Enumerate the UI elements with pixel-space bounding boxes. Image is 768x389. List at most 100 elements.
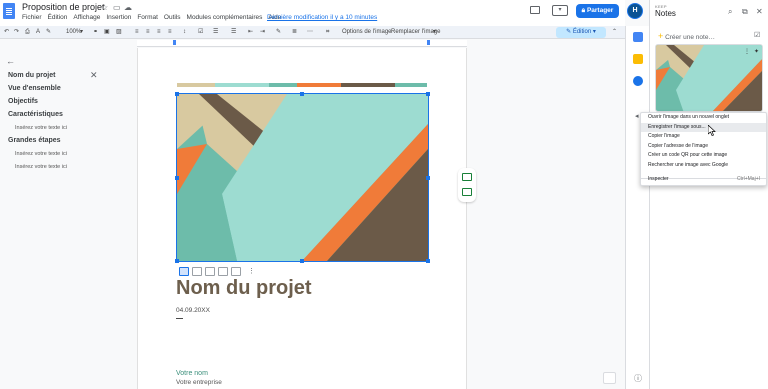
- in-front-text-button[interactable]: [231, 267, 241, 276]
- editing-mode-button[interactable]: ✎ Édition ▾: [556, 27, 606, 38]
- paint-format-icon[interactable]: ✎: [46, 27, 51, 38]
- your-name[interactable]: Votre nom: [176, 370, 208, 377]
- create-note-button[interactable]: + Créer une note…: [658, 31, 715, 41]
- context-menu-item[interactable]: Rechercher une image avec Google: [641, 161, 766, 171]
- crop-icon[interactable]: ⌗: [326, 27, 329, 38]
- cover-image[interactable]: [176, 93, 429, 262]
- checkbox-icon[interactable]: ☑: [754, 31, 760, 39]
- align-left-icon[interactable]: ≡: [135, 27, 139, 38]
- menu-edition[interactable]: Édition: [48, 14, 68, 21]
- menu-outils[interactable]: Outils: [164, 14, 181, 21]
- back-arrow-icon[interactable]: ←: [6, 56, 15, 66]
- project-date[interactable]: 04.09.20XX: [176, 307, 210, 314]
- outline-subitem[interactable]: Insérez votre texte ici: [15, 164, 67, 170]
- menu-fichier[interactable]: Fichier: [22, 14, 42, 21]
- context-menu-item[interactable]: Copier l'image: [641, 132, 766, 142]
- line-spacing-icon[interactable]: ↕: [183, 27, 186, 38]
- zoom-chevron-icon: ▾: [80, 29, 84, 35]
- left-indent-marker[interactable]: [173, 40, 176, 45]
- resize-handle[interactable]: [426, 176, 430, 180]
- share-button[interactable]: 🔒︎ Partager: [576, 4, 619, 18]
- more-options-icon[interactable]: ⋮: [244, 267, 255, 276]
- context-menu-item[interactable]: Créer un code QR pour cette image: [641, 151, 766, 161]
- break-text-button[interactable]: [205, 267, 215, 276]
- collapse-toolbar-icon[interactable]: ⌃: [612, 27, 617, 38]
- document-page[interactable]: ⋮ Nom du projet 04.09.20XX Votre nom Vot…: [137, 48, 467, 389]
- document-title[interactable]: Proposition de projet: [22, 2, 105, 12]
- meet-button[interactable]: ▾: [552, 5, 568, 16]
- menu-insertion[interactable]: Insertion: [106, 14, 131, 21]
- border-weight-icon[interactable]: ≣: [292, 27, 297, 38]
- cloud-status-icon[interactable]: ☁: [124, 3, 132, 12]
- pen-color-icon[interactable]: ✎: [276, 27, 281, 38]
- tasks-icon[interactable]: [633, 76, 643, 86]
- keep-icon[interactable]: [633, 54, 643, 64]
- explore-icon[interactable]: [603, 372, 616, 384]
- outline-subitem[interactable]: Insérez votre texte ici: [15, 151, 67, 157]
- resize-handle[interactable]: [426, 259, 430, 263]
- note-card[interactable]: ⋮ ✦: [655, 44, 763, 112]
- move-folder-icon[interactable]: ▭: [113, 3, 121, 12]
- context-menu-inspect[interactable]: Inspecter Ctrl+Maj+I: [641, 175, 766, 185]
- menu-affichage[interactable]: Affichage: [73, 14, 100, 21]
- print-icon[interactable]: ⎙: [25, 27, 30, 38]
- resize-handle[interactable]: [300, 259, 304, 263]
- increase-indent-icon[interactable]: ⇥: [260, 27, 265, 38]
- star-icon[interactable]: ☆: [101, 3, 108, 12]
- outline-item[interactable]: Grandes étapes: [8, 137, 61, 144]
- inline-wrap-button[interactable]: [179, 267, 189, 276]
- outline-item[interactable]: Objectifs: [8, 98, 38, 105]
- avatar[interactable]: H: [627, 3, 643, 19]
- context-menu-item[interactable]: Ouvrir l'image dans un nouvel onglet: [641, 113, 766, 123]
- expand-icon[interactable]: ◂: [635, 112, 639, 120]
- outline-item[interactable]: Vue d'ensemble: [8, 85, 61, 92]
- docs-logo-icon[interactable]: [3, 3, 15, 19]
- bulleted-list-icon[interactable]: ☰: [213, 27, 218, 38]
- your-company[interactable]: Votre entreprise: [176, 379, 222, 386]
- suggest-edit-icon[interactable]: [462, 188, 472, 196]
- close-icon[interactable]: ✕: [756, 7, 763, 16]
- decrease-indent-icon[interactable]: ⇤: [248, 27, 253, 38]
- more-icon[interactable]: ⋮: [744, 48, 750, 55]
- insert-image-icon[interactable]: ▨: [116, 27, 122, 38]
- outline-item[interactable]: Nom du projet: [8, 72, 55, 79]
- context-menu-item[interactable]: Copier l'adresse de l'image: [641, 142, 766, 152]
- comments-icon[interactable]: [530, 6, 540, 14]
- menu-modules[interactable]: Modules complémentaires: [187, 14, 263, 21]
- resize-handle[interactable]: [426, 92, 430, 96]
- spellcheck-icon[interactable]: A: [36, 27, 40, 38]
- redo-icon[interactable]: ↷: [14, 27, 19, 38]
- image-options-button[interactable]: Options de l'image: [342, 27, 392, 38]
- info-icon[interactable]: ⓘ: [634, 373, 642, 384]
- search-icon[interactable]: ⌕: [728, 7, 732, 17]
- resize-handle[interactable]: [175, 176, 179, 180]
- context-menu-item[interactable]: Enregistrer l'image sous...: [641, 122, 766, 133]
- resize-handle[interactable]: [175, 92, 179, 96]
- last-edit-link[interactable]: Dernière modification il y a 10 minutes: [267, 14, 377, 21]
- align-right-icon[interactable]: ≡: [157, 27, 161, 38]
- undo-icon[interactable]: ↶: [4, 27, 9, 38]
- menu-format[interactable]: Format: [137, 14, 158, 21]
- close-icon[interactable]: ✕: [90, 70, 98, 81]
- justify-icon[interactable]: ≡: [168, 27, 172, 38]
- open-new-tab-icon[interactable]: ⧉: [742, 7, 748, 17]
- wrap-text-button[interactable]: [192, 267, 202, 276]
- calendar-icon[interactable]: [633, 32, 643, 42]
- ruler[interactable]: [137, 40, 467, 47]
- resize-handle[interactable]: [175, 259, 179, 263]
- checklist-icon[interactable]: ☑: [198, 27, 203, 38]
- add-comment-icon[interactable]: ▣: [104, 27, 110, 38]
- add-comment-icon[interactable]: [462, 173, 472, 181]
- outline-subitem[interactable]: Insérez votre texte ici: [15, 125, 67, 131]
- right-indent-marker[interactable]: [427, 40, 430, 45]
- align-center-icon[interactable]: ≡: [146, 27, 150, 38]
- numbered-list-icon[interactable]: ☰: [231, 27, 236, 38]
- border-dash-icon[interactable]: ⋯: [307, 27, 313, 38]
- project-title[interactable]: Nom du projet: [176, 277, 312, 300]
- behind-text-button[interactable]: [218, 267, 228, 276]
- resize-handle[interactable]: [300, 92, 304, 96]
- share-label: Partager: [586, 7, 614, 14]
- link-icon[interactable]: ⚭: [93, 27, 98, 38]
- pin-icon[interactable]: ✦: [754, 48, 759, 55]
- outline-item[interactable]: Caractéristiques: [8, 111, 63, 118]
